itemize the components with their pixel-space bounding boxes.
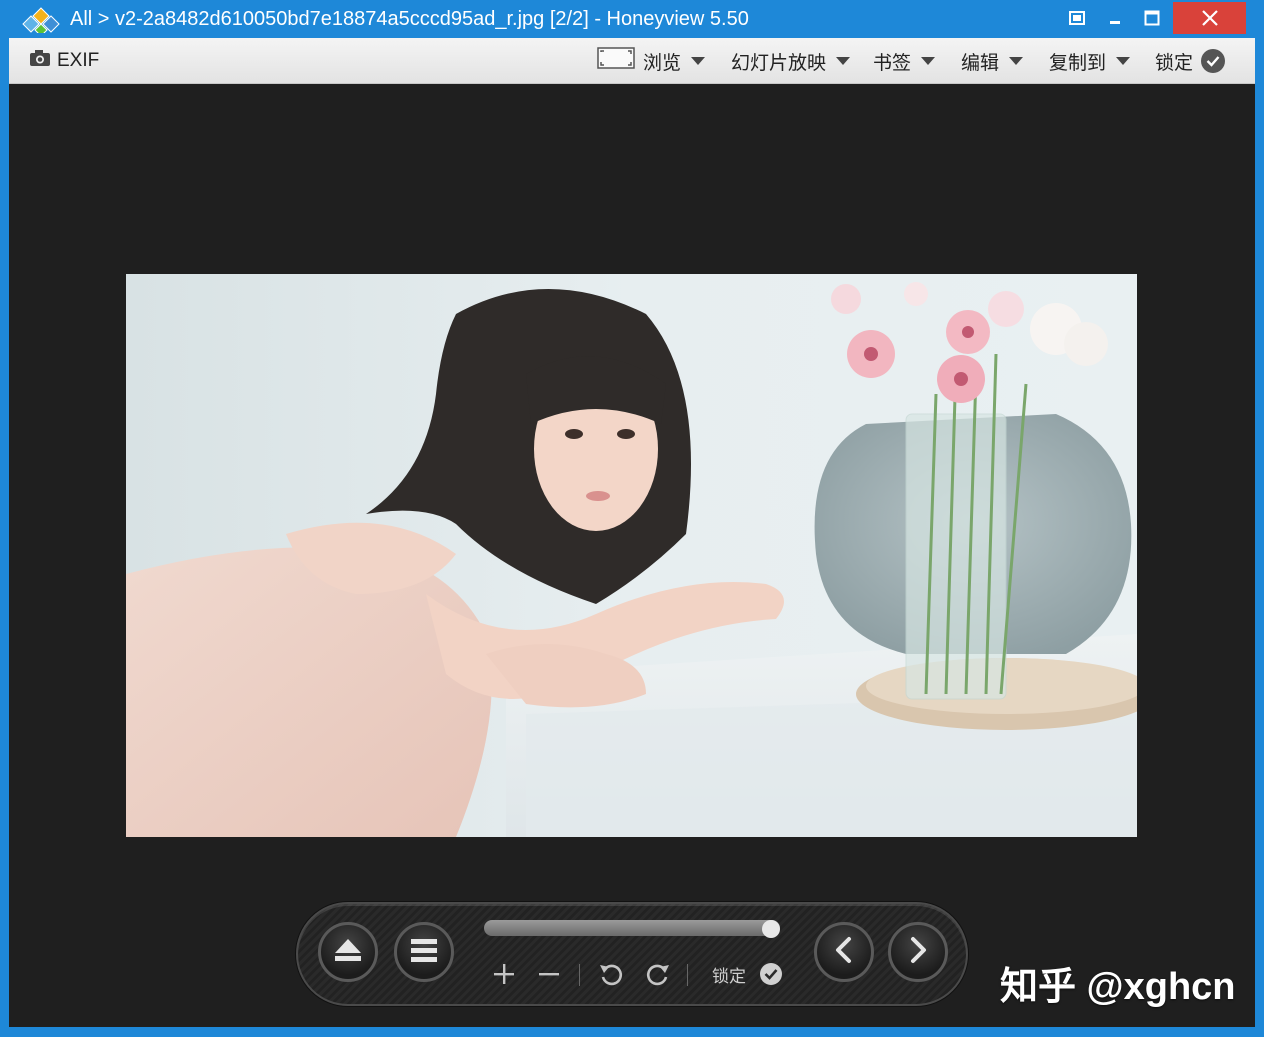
displayed-photo[interactable] xyxy=(126,274,1137,837)
edit-menu[interactable]: 编辑 xyxy=(961,38,1024,84)
check-icon xyxy=(1201,49,1226,73)
exif-label: EXIF xyxy=(57,50,100,71)
lock-label: 锁定 xyxy=(1155,52,1194,74)
image-viewer: 锁定 xyxy=(9,84,1255,1027)
slider-handle[interactable] xyxy=(762,920,780,938)
divider xyxy=(579,964,580,986)
toolbar: EXIF 浏览 幻灯片放映 书签 编辑 复制到 锁定 xyxy=(9,38,1255,84)
fullscreen-icon[interactable] xyxy=(1060,2,1094,34)
honeyview-logo-icon xyxy=(22,7,60,37)
slideshow-menu[interactable]: 幻灯片放映 xyxy=(731,38,851,84)
menu-button[interactable] xyxy=(394,922,454,982)
eject-icon xyxy=(333,937,363,968)
lock-toggle-label[interactable]: 锁定 xyxy=(712,962,746,987)
menu-icon xyxy=(410,937,438,968)
edit-label: 编辑 xyxy=(961,52,1000,74)
copy-to-menu[interactable]: 复制到 xyxy=(1049,38,1131,84)
divider xyxy=(687,964,688,986)
view-frame-icon xyxy=(597,47,635,75)
camera-icon xyxy=(29,49,51,73)
bookmark-menu[interactable]: 书签 xyxy=(873,38,936,84)
previous-button[interactable] xyxy=(814,922,874,982)
bookmark-label: 书签 xyxy=(873,52,912,74)
check-icon[interactable] xyxy=(758,960,784,988)
exif-button[interactable]: EXIF xyxy=(29,38,99,84)
slideshow-label: 幻灯片放映 xyxy=(731,52,827,74)
chevron-down-icon xyxy=(691,57,706,65)
chevron-down-icon xyxy=(1116,57,1131,65)
copy-to-label: 复制到 xyxy=(1049,52,1107,74)
rotate-right-icon[interactable] xyxy=(643,960,673,990)
window-title: All > v2-2a8482d610050bd7e18874a5cccd95a… xyxy=(70,8,749,30)
app-window: All > v2-2a8482d610050bd7e18874a5cccd95a… xyxy=(0,0,1264,1037)
position-slider[interactable] xyxy=(484,920,780,936)
rotate-left-icon[interactable] xyxy=(596,960,626,990)
control-bar: 锁定 xyxy=(296,902,968,1006)
zoom-in-icon[interactable] xyxy=(490,960,518,988)
close-icon[interactable] xyxy=(1173,2,1246,34)
chevron-down-icon xyxy=(1009,57,1024,65)
lock-toggle[interactable]: 锁定 xyxy=(1155,38,1226,84)
zoom-out-icon[interactable] xyxy=(535,960,563,988)
browse-menu[interactable]: 浏览 xyxy=(597,38,706,84)
chevron-down-icon xyxy=(921,57,936,65)
next-button[interactable] xyxy=(888,922,948,982)
chevron-right-icon xyxy=(907,936,929,969)
minimize-icon[interactable] xyxy=(1098,2,1132,34)
browse-label: 浏览 xyxy=(643,52,682,74)
title-bar: All > v2-2a8482d610050bd7e18874a5cccd95a… xyxy=(0,0,1264,38)
eject-button[interactable] xyxy=(318,922,378,982)
chevron-left-icon xyxy=(833,936,855,969)
chevron-down-icon xyxy=(836,57,851,65)
maximize-icon[interactable] xyxy=(1134,2,1170,34)
watermark-text: 知乎 @xghcn xyxy=(1000,966,1236,1008)
